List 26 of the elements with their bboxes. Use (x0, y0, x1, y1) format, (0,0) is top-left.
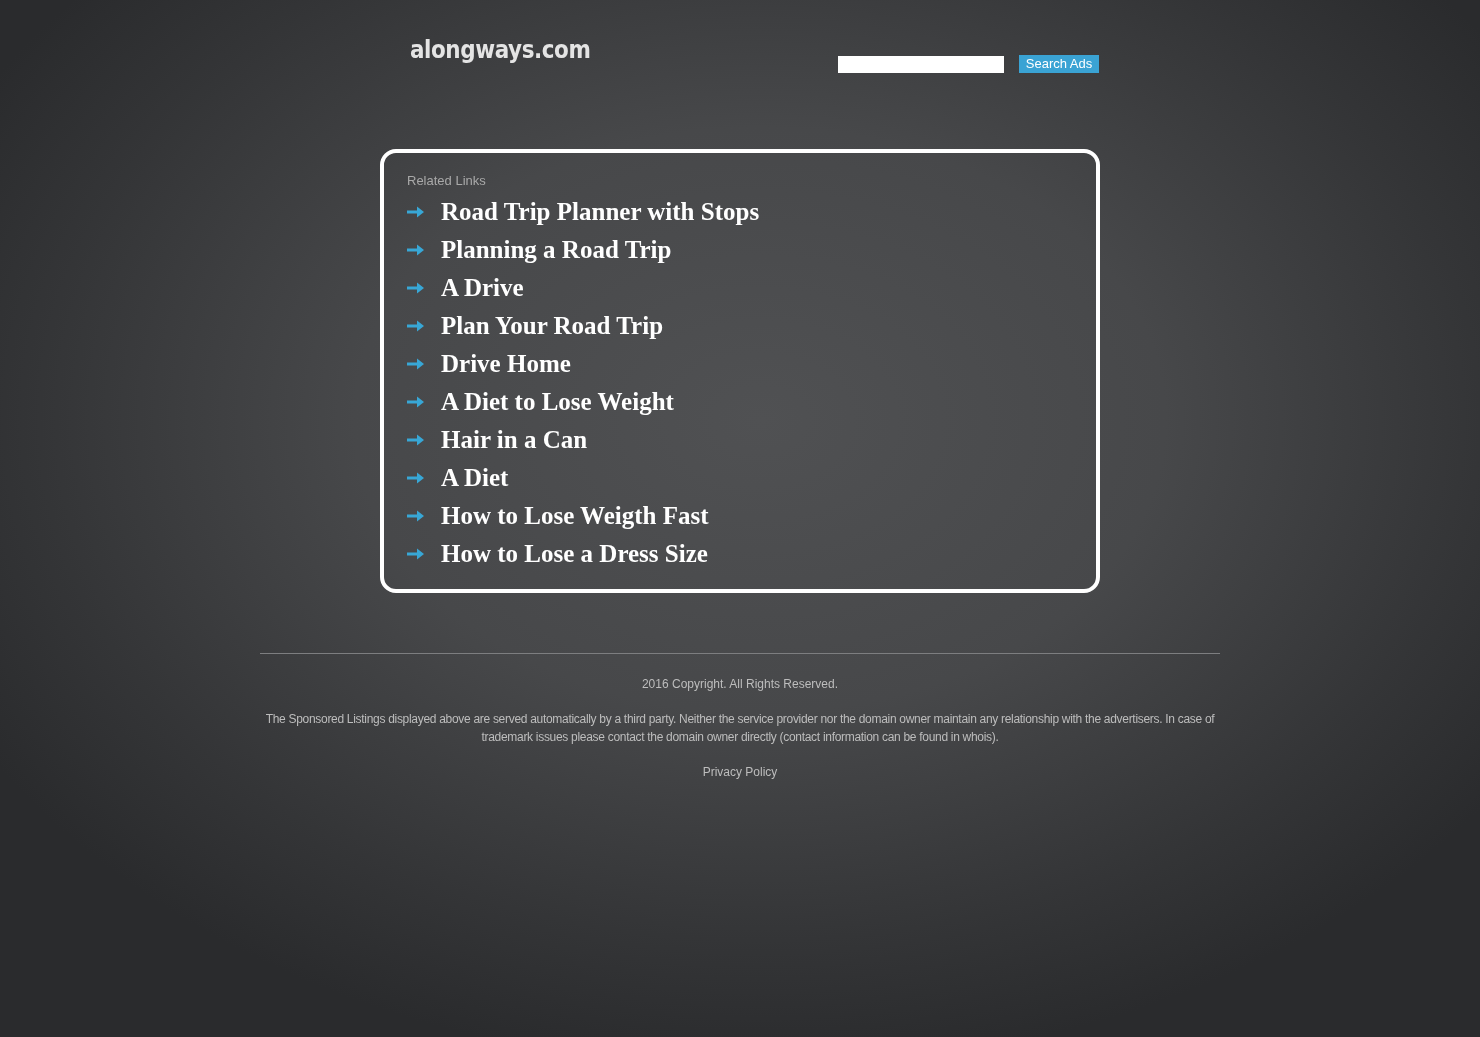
related-link[interactable]: Hair in a Can (441, 424, 588, 456)
related-link[interactable]: A Drive (441, 272, 524, 304)
related-link[interactable]: How to Lose Weigth Fast (441, 500, 709, 532)
arrow-icon (407, 320, 424, 332)
disclaimer-text: The Sponsored Listings displayed above are served automatically by a third party. Neither the service provider nor the domain owner maintain any relationship with the advertisers. In case of trademark issues please contact the domain owner directly (contact information can be found in whois). (264, 711, 1216, 746)
related-link[interactable]: Road Trip Planner with Stops (441, 196, 760, 228)
site-logo[interactable]: alongways.com (410, 33, 591, 67)
arrow-icon (407, 510, 424, 522)
arrow-icon (407, 548, 424, 560)
arrow-icon (407, 434, 424, 446)
arrow-icon (407, 358, 424, 370)
related-link[interactable]: A Diet to Lose Weight (441, 386, 674, 418)
arrow-icon (407, 472, 424, 484)
privacy-policy-link[interactable]: Privacy Policy (702, 764, 778, 780)
related-link[interactable]: Plan Your Road Trip (441, 310, 664, 342)
arrow-icon (407, 282, 424, 294)
copyright-text: 2016 Copyright. All Rights Reserved. (641, 676, 839, 692)
related-link[interactable]: Drive Home (441, 348, 571, 380)
arrow-icon (407, 244, 424, 256)
search-field[interactable] (838, 55, 1004, 73)
arrow-icon (407, 206, 424, 218)
related-links-heading: Related Links (407, 173, 487, 189)
related-link[interactable]: A Diet (441, 462, 509, 494)
related-link[interactable]: How to Lose a Dress Size (441, 538, 708, 570)
related-link[interactable]: Planning a Road Trip (441, 234, 672, 266)
arrow-icon (407, 396, 424, 408)
